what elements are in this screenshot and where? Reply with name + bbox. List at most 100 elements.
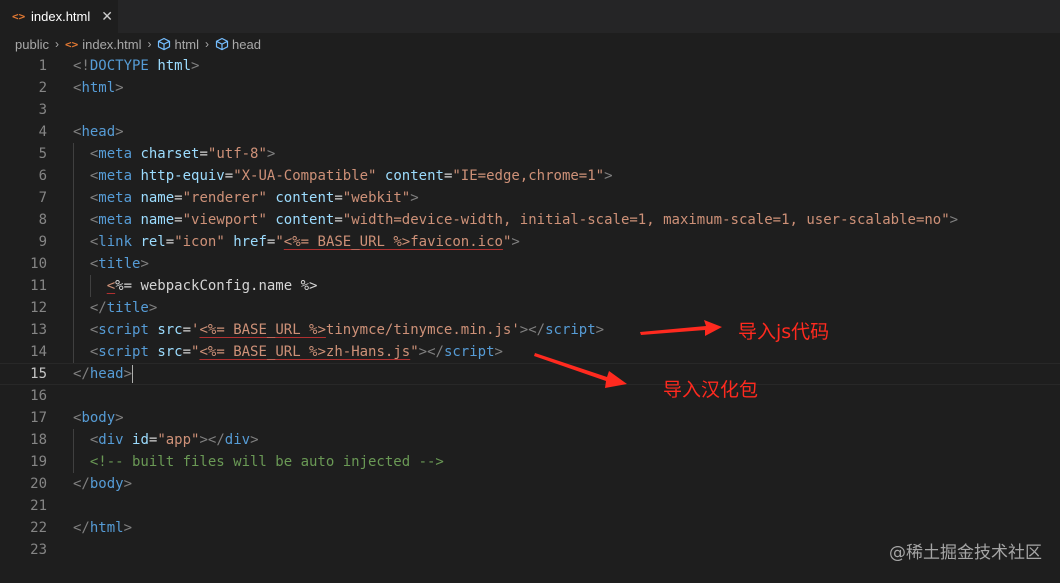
code-token: http-equiv bbox=[140, 168, 225, 184]
line-number: 20 bbox=[30, 476, 47, 492]
line-number: 4 bbox=[38, 124, 47, 140]
code-token: content bbox=[275, 190, 335, 206]
code-text: </html> bbox=[73, 517, 132, 539]
code-text: <title> bbox=[73, 253, 149, 275]
tab-index-html[interactable]: <> index.html ✕ bbox=[0, 0, 118, 33]
line-number: 13 bbox=[30, 322, 47, 338]
code-token: <%= BASE_URL %>favicon.ico bbox=[283, 234, 503, 250]
line-number: 23 bbox=[30, 542, 47, 558]
line-number: 12 bbox=[30, 300, 47, 316]
code-token: > bbox=[604, 168, 613, 184]
code-token: > bbox=[140, 256, 149, 272]
code-line[interactable]: 11 <%= webpackConfig.name %> bbox=[0, 275, 1060, 297]
code-token: </ bbox=[73, 476, 90, 492]
code-token: "utf-8" bbox=[207, 146, 267, 162]
text-cursor bbox=[132, 365, 134, 383]
code-token: "IE=edge,chrome=1" bbox=[452, 168, 605, 184]
line-number: 14 bbox=[30, 344, 47, 360]
code-line[interactable]: 18 <div id="app"></div> bbox=[0, 429, 1060, 451]
breadcrumb-html[interactable]: html bbox=[157, 37, 199, 52]
code-line[interactable]: 17 <body> bbox=[0, 407, 1060, 429]
code-line[interactable]: 22 </html> bbox=[0, 517, 1060, 539]
code-line[interactable]: 1 <!DOCTYPE html> bbox=[0, 55, 1060, 77]
code-token: > bbox=[115, 124, 124, 140]
code-token: > bbox=[595, 322, 605, 338]
annotation-import-js: 导入js代码 bbox=[738, 321, 830, 343]
code-line[interactable]: 6 <meta http-equiv="X-UA-Compatible" con… bbox=[0, 165, 1060, 187]
code-token: </ bbox=[73, 520, 90, 536]
line-number: 8 bbox=[38, 212, 47, 228]
code-text: </title> bbox=[73, 297, 157, 319]
code-token: rel bbox=[140, 234, 166, 250]
html-code-icon: <> bbox=[12, 10, 26, 23]
line-number: 2 bbox=[38, 80, 47, 96]
html-code-icon: <> bbox=[64, 37, 79, 51]
watermark: @稀土掘金技术社区 bbox=[889, 543, 1042, 563]
code-token: "X-UA-Compatible" bbox=[233, 168, 377, 184]
code-line[interactable]: 15 </head> bbox=[0, 363, 1060, 385]
code-line[interactable]: 4 <head> bbox=[0, 121, 1060, 143]
code-token: meta bbox=[98, 168, 133, 184]
code-token: <!-- built files will be auto injected -… bbox=[89, 454, 444, 470]
code-token: content bbox=[384, 168, 444, 184]
code-line[interactable]: 14 <script src="<%= BASE_URL %>zh-Hans.j… bbox=[0, 341, 1060, 363]
code-line[interactable]: 8 <meta name="viewport" content="width=d… bbox=[0, 209, 1060, 231]
line-number: 10 bbox=[30, 256, 47, 272]
code-line[interactable]: 19 <!-- built files will be auto injecte… bbox=[0, 451, 1060, 473]
code-text: <body> bbox=[73, 407, 124, 429]
chevron-right-icon: › bbox=[147, 37, 152, 51]
code-line[interactable]: 2 <html> bbox=[0, 77, 1060, 99]
code-editor[interactable]: 1 <!DOCTYPE html> 2 <html> 3 4 <head> 5 <meta c… bbox=[0, 55, 1060, 583]
code-token: link bbox=[98, 234, 133, 250]
code-text: <meta name="viewport" content="width=dev… bbox=[73, 209, 958, 231]
line-number: 21 bbox=[30, 498, 47, 514]
line-number: 5 bbox=[38, 146, 47, 162]
code-line[interactable]: 13 <script src='<%= BASE_URL %>tinymce/t… bbox=[0, 319, 1060, 341]
code-text: <%= webpackConfig.name %> bbox=[73, 275, 318, 297]
code-text: <meta name="renderer" content="webkit"> bbox=[73, 187, 419, 209]
breadcrumb-index-html[interactable]: <> index.html bbox=[65, 37, 142, 52]
code-text: <meta charset="utf-8"> bbox=[73, 143, 276, 165]
chevron-right-icon: › bbox=[54, 37, 59, 51]
code-line[interactable]: 12 </title> bbox=[0, 297, 1060, 319]
code-line[interactable]: 16 bbox=[0, 385, 1060, 407]
code-token: < bbox=[106, 278, 116, 294]
code-token: <%= BASE_URL %> bbox=[199, 322, 326, 338]
code-token: <! bbox=[73, 58, 90, 74]
code-token: " bbox=[275, 234, 284, 250]
code-line[interactable]: 7 <meta name="renderer" content="webkit"… bbox=[0, 187, 1060, 209]
line-number: 11 bbox=[30, 278, 47, 294]
code-token: content bbox=[275, 212, 335, 228]
code-token: "app" bbox=[157, 432, 200, 448]
code-line[interactable]: 20 </body> bbox=[0, 473, 1060, 495]
close-icon[interactable]: ✕ bbox=[101, 8, 113, 25]
code-text: <!DOCTYPE html> bbox=[73, 55, 199, 77]
code-token: name bbox=[140, 190, 175, 206]
code-line[interactable]: 10 <title> bbox=[0, 253, 1060, 275]
code-token: script bbox=[98, 344, 149, 360]
code-token: title bbox=[106, 300, 149, 316]
code-token: src bbox=[157, 344, 183, 360]
code-token: src bbox=[157, 322, 183, 338]
code-token: > bbox=[123, 476, 133, 492]
code-line[interactable]: 5 <meta charset="utf-8"> bbox=[0, 143, 1060, 165]
breadcrumb-public[interactable]: public bbox=[15, 37, 49, 52]
code-text: <script src='<%= BASE_URL %>tinymce/tiny… bbox=[73, 319, 604, 341]
code-token: html bbox=[157, 58, 192, 74]
breadcrumb-head[interactable]: head bbox=[215, 37, 261, 52]
code-line[interactable]: 3 bbox=[0, 99, 1060, 121]
code-token: "webkit" bbox=[342, 190, 411, 206]
code-token: = bbox=[182, 322, 192, 338]
code-line[interactable]: 9 <link rel="icon" href="<%= BASE_URL %>… bbox=[0, 231, 1060, 253]
code-token: > bbox=[949, 212, 959, 228]
code-token: ></ bbox=[519, 322, 546, 338]
line-number: 19 bbox=[30, 454, 47, 470]
code-line[interactable]: 21 bbox=[0, 495, 1060, 517]
code-token: = bbox=[199, 146, 208, 162]
